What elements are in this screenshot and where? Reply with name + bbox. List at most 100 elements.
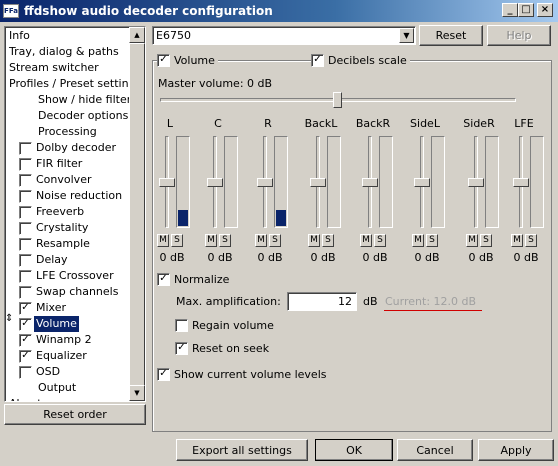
solo-button[interactable]: S	[171, 234, 183, 247]
tree-item[interactable]: Profiles / Preset settings	[9, 76, 141, 92]
tree-item-checkbox[interactable]	[19, 157, 32, 171]
tree-item[interactable]: Show / hide filters	[19, 92, 137, 108]
solo-button[interactable]: S	[426, 234, 438, 247]
tree-item-label: LFE Crossover	[36, 269, 114, 282]
tree-item[interactable]: ✓ Mixer	[19, 300, 66, 316]
scroll-down-icon[interactable]: ▼	[129, 385, 145, 401]
tree-item[interactable]: Tray, dialog & paths	[9, 44, 119, 60]
tree-item-checkbox[interactable]	[19, 189, 32, 203]
cancel-button[interactable]: Cancel	[397, 439, 473, 461]
mute-button[interactable]: M	[205, 234, 217, 247]
max-amplification-input[interactable]: 12	[287, 292, 357, 311]
mute-button[interactable]: M	[255, 234, 267, 247]
channel-volume-slider[interactable]	[468, 178, 484, 187]
channel-volume-slider[interactable]	[362, 178, 378, 187]
reset-on-seek-checkbox[interactable]: ✓ Reset on seek	[175, 342, 273, 355]
tree-item-label: Mixer	[36, 301, 67, 314]
mute-button[interactable]: M	[308, 234, 320, 247]
tree-item[interactable]: Decoder options	[19, 108, 128, 124]
tree-item-checkbox[interactable]: ✓	[19, 317, 32, 331]
solo-button[interactable]: S	[322, 234, 334, 247]
solo-button[interactable]: S	[374, 234, 386, 247]
tree-item-checkbox[interactable]: ✓	[19, 333, 32, 347]
tree-item-label: Equalizer	[36, 349, 87, 362]
channel-volume-slider[interactable]	[310, 178, 326, 187]
preset-reset-button[interactable]: Reset	[419, 25, 483, 46]
channel-volume-slider[interactable]	[257, 178, 273, 187]
tree-item-checkbox[interactable]	[19, 237, 32, 251]
regain-volume-checkbox[interactable]: Regain volume	[175, 319, 277, 332]
channel-volume-slider[interactable]	[414, 178, 430, 187]
tree-item[interactable]: Noise reduction	[19, 188, 122, 204]
normalize-checkbox[interactable]: ✓ Normalize	[157, 273, 233, 286]
tree-item[interactable]: ✓ Winamp 2	[19, 332, 92, 348]
tree-item[interactable]: Stream switcher	[9, 60, 99, 76]
tree-item[interactable]: Output	[19, 380, 76, 396]
tree-item-checkbox[interactable]	[19, 253, 32, 267]
tree-scrollbar[interactable]: ▲ ▼	[129, 27, 145, 401]
tree-item[interactable]: Info	[9, 28, 30, 44]
filter-tree[interactable]: AboutOutputOSD✓Equalizer✓Winamp 2✓Volume…	[4, 26, 146, 402]
tree-item-label: Decoder options	[38, 109, 129, 122]
tree-item[interactable]: Resample	[19, 236, 90, 252]
mute-button[interactable]: M	[511, 234, 523, 247]
help-button[interactable]: Help	[487, 25, 551, 46]
tree-item[interactable]: ✓ Volume	[19, 316, 79, 332]
volume-checkbox[interactable]: ✓ Volume	[157, 54, 218, 67]
export-all-settings-button[interactable]: Export all settings	[176, 439, 308, 461]
chevron-down-icon[interactable]: ▼	[399, 28, 414, 43]
mute-button[interactable]: M	[360, 234, 372, 247]
mute-button[interactable]: M	[412, 234, 424, 247]
ok-button[interactable]: OK	[315, 439, 393, 461]
tree-item[interactable]: Convolver	[19, 172, 91, 188]
tree-item-checkbox[interactable]	[19, 173, 32, 187]
tree-item[interactable]: Swap channels	[19, 284, 118, 300]
channel-volume-slider[interactable]	[513, 178, 529, 187]
tree-item[interactable]: ✓ Equalizer	[19, 348, 87, 364]
tree-item[interactable]: About	[9, 396, 42, 401]
maximize-button[interactable]: □	[518, 3, 534, 17]
minimize-button[interactable]: _	[502, 3, 518, 17]
apply-button[interactable]: Apply	[478, 439, 554, 461]
scroll-thumb[interactable]	[129, 43, 145, 395]
tree-item[interactable]: Crystality	[19, 220, 88, 236]
master-volume-slider[interactable]	[333, 92, 342, 108]
drag-order-icon[interactable]: ⇕	[5, 313, 13, 324]
tree-item-checkbox[interactable]	[19, 269, 32, 283]
tree-item-label: Processing	[38, 125, 97, 138]
tree-item-checkbox[interactable]: ✓	[19, 301, 32, 315]
title-bar[interactable]: FFa ffdshow audio decoder configuration …	[0, 0, 558, 22]
solo-button[interactable]: S	[219, 234, 231, 247]
solo-button[interactable]: S	[525, 234, 537, 247]
channel-db-value: 0 dB	[310, 251, 336, 264]
scroll-up-icon[interactable]: ▲	[129, 27, 145, 43]
channel-label: BackR	[355, 117, 391, 130]
preset-combo[interactable]: E6750 ▼	[152, 26, 416, 45]
app-icon[interactable]: FFa	[3, 4, 19, 18]
mute-button[interactable]: M	[466, 234, 478, 247]
tree-item-checkbox[interactable]	[19, 285, 32, 299]
channel-volume-slider[interactable]	[207, 178, 223, 187]
solo-button[interactable]: S	[480, 234, 492, 247]
normalize-label: Normalize	[174, 273, 230, 286]
tree-item-checkbox[interactable]	[19, 141, 32, 155]
decibels-scale-checkbox[interactable]: ✓ Decibels scale	[311, 54, 410, 67]
reset-order-button[interactable]: Reset order	[4, 404, 146, 425]
tree-item[interactable]: Dolby decoder	[19, 140, 116, 156]
close-button[interactable]: ×	[537, 3, 553, 17]
tree-item[interactable]: Freeverb	[19, 204, 84, 220]
solo-button[interactable]: S	[269, 234, 281, 247]
mute-button[interactable]: M	[157, 234, 169, 247]
tree-item-checkbox[interactable]	[19, 205, 32, 219]
tree-item[interactable]: Delay	[19, 252, 68, 268]
tree-item-checkbox[interactable]: ✓	[19, 349, 32, 363]
regain-volume-label: Regain volume	[192, 319, 274, 332]
channel-volume-slider[interactable]	[159, 178, 175, 187]
tree-item[interactable]: OSD	[19, 364, 60, 380]
show-volume-levels-checkbox[interactable]: ✓ Show current volume levels	[157, 368, 330, 381]
tree-item-checkbox[interactable]	[19, 221, 32, 235]
tree-item[interactable]: LFE Crossover	[19, 268, 114, 284]
tree-item[interactable]: Processing	[19, 124, 97, 140]
tree-item[interactable]: FIR filter	[19, 156, 82, 172]
tree-item-checkbox[interactable]	[19, 365, 32, 379]
